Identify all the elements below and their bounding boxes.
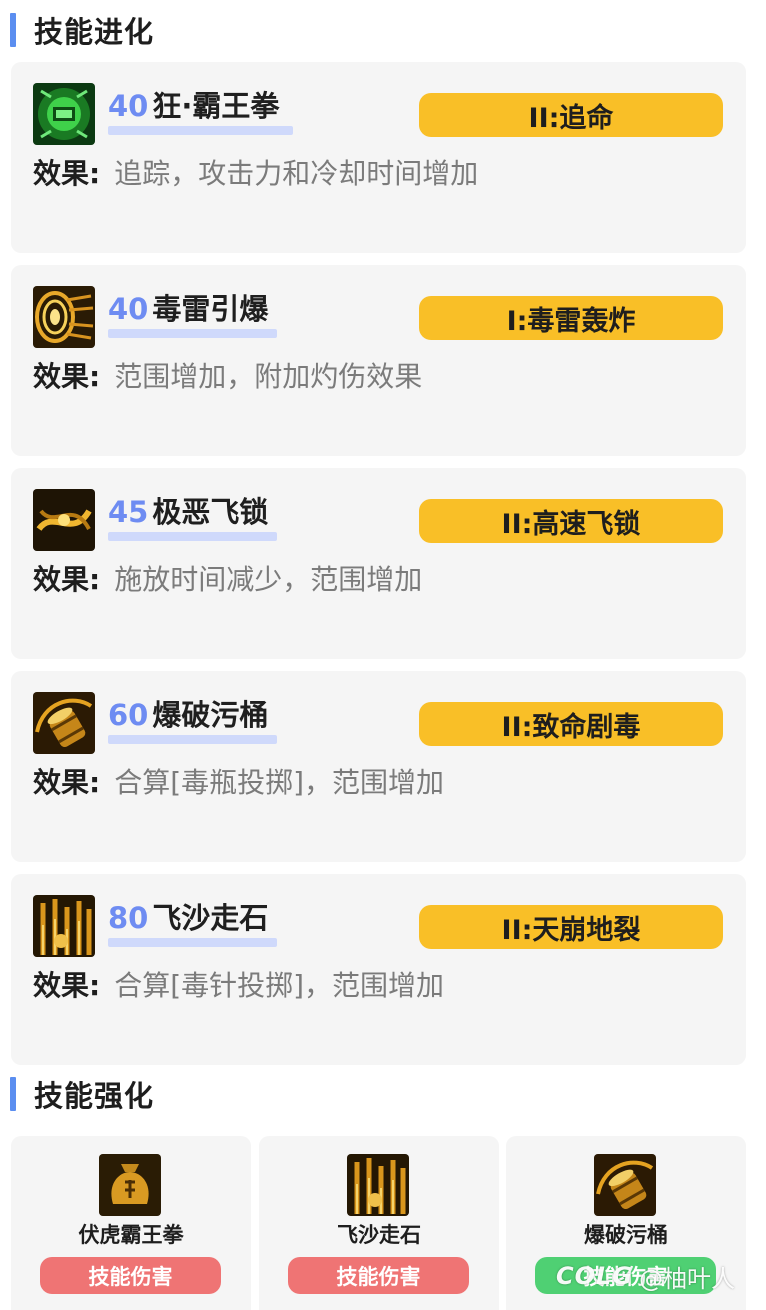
skill-card[interactable]: 40 毒雷引爆 I:毒雷轰炸 效果: 范围增加，附加灼伤效果 bbox=[11, 265, 746, 456]
skill-name-block: 45 极恶飞锁 bbox=[108, 492, 277, 541]
effect-label: 效果: bbox=[33, 563, 101, 596]
sandstorm-skill-icon bbox=[33, 895, 95, 957]
skill-level: 45 bbox=[108, 495, 149, 529]
enhance-section-title: 技能强化 bbox=[10, 1074, 154, 1114]
skill-title: 极恶飞锁 bbox=[152, 495, 269, 529]
fist-skill-icon bbox=[33, 83, 95, 145]
sandstorm-skill-icon bbox=[347, 1154, 409, 1216]
watermark: COLG @柚叶人 bbox=[556, 1258, 735, 1294]
effect-row: 效果: 追踪，攻击力和冷却时间增加 bbox=[33, 154, 478, 194]
skill-level: 60 bbox=[108, 698, 149, 732]
skill-name-underline bbox=[108, 126, 293, 135]
enhance-skill-name: 伏虎霸王拳 bbox=[78, 1223, 184, 1247]
skill-title: 飞沙走石 bbox=[152, 901, 269, 935]
skill-title: 毒雷引爆 bbox=[152, 292, 269, 326]
effect-row: 效果: 范围增加，附加灼伤效果 bbox=[33, 357, 422, 397]
section-accent-bar bbox=[10, 1077, 16, 1111]
section-accent-bar bbox=[10, 13, 16, 47]
evolution-badge[interactable]: I:毒雷轰炸 bbox=[419, 296, 723, 340]
skill-level: 40 bbox=[108, 89, 149, 123]
effect-row: 效果: 合算[毒瓶投掷]，范围增加 bbox=[33, 763, 444, 803]
skill-card[interactable]: 80 飞沙走石 II:天崩地裂 效果: 合算[毒针投掷]，范围增加 bbox=[11, 874, 746, 1065]
barrel-skill-icon bbox=[594, 1154, 656, 1216]
skill-title: 狂·霸王拳 bbox=[152, 89, 280, 123]
effect-text: 范围增加，附加灼伤效果 bbox=[114, 360, 423, 393]
evolution-badge[interactable]: II:天崩地裂 bbox=[419, 905, 723, 949]
enhance-skill-name: 爆破污桶 bbox=[584, 1223, 668, 1247]
watermark-user: @柚叶人 bbox=[639, 1264, 736, 1293]
explosion-skill-icon bbox=[33, 286, 95, 348]
effect-label: 效果: bbox=[33, 157, 101, 190]
skill-name-underline bbox=[108, 735, 277, 744]
effect-row: 效果: 施放时间减少，范围增加 bbox=[33, 560, 422, 600]
skill-title: 爆破污桶 bbox=[152, 698, 269, 732]
skill-damage-tag[interactable]: 技能伤害 bbox=[288, 1257, 469, 1294]
skill-name-underline bbox=[108, 329, 277, 338]
skill-card[interactable]: 45 极恶飞锁 II:高速飞锁 效果: 施放时间减少，范围增加 bbox=[11, 468, 746, 659]
skill-name-block: 60 爆破污桶 bbox=[108, 695, 277, 744]
enhance-card[interactable]: 伏虎霸王拳 技能伤害 bbox=[11, 1136, 251, 1310]
evolution-badge[interactable]: II:高速飞锁 bbox=[419, 499, 723, 543]
skill-card[interactable]: 60 爆破污桶 II:致命剧毒 效果: 合算[毒瓶投掷]，范围增加 bbox=[11, 671, 746, 862]
skill-damage-tag[interactable]: 技能伤害 bbox=[40, 1257, 221, 1294]
skill-card[interactable]: 40 狂·霸王拳 II:追命 效果: 追踪，攻击力和冷却时间增加 bbox=[11, 62, 746, 253]
skill-name-underline bbox=[108, 938, 277, 947]
skill-name-underline bbox=[108, 532, 277, 541]
skill-name-block: 40 狂·霸王拳 bbox=[108, 86, 293, 135]
evolution-badge[interactable]: II:追命 bbox=[419, 93, 723, 137]
effect-label: 效果: bbox=[33, 766, 101, 799]
skill-name-block: 80 飞沙走石 bbox=[108, 898, 277, 947]
money-bag-skill-icon bbox=[99, 1154, 161, 1216]
chain-skill-icon bbox=[33, 489, 95, 551]
effect-label: 效果: bbox=[33, 969, 101, 1002]
enhance-card[interactable]: 飞沙走石 技能伤害 bbox=[259, 1136, 499, 1310]
skill-level: 80 bbox=[108, 901, 149, 935]
effect-text: 施放时间减少，范围增加 bbox=[114, 563, 423, 596]
effect-label: 效果: bbox=[33, 360, 101, 393]
enhance-skill-name: 飞沙走石 bbox=[337, 1223, 421, 1247]
evolution-badge[interactable]: II:致命剧毒 bbox=[419, 702, 723, 746]
watermark-logo: COLG bbox=[556, 1262, 634, 1290]
effect-text: 合算[毒针投掷]，范围增加 bbox=[114, 969, 445, 1002]
effect-text: 合算[毒瓶投掷]，范围增加 bbox=[114, 766, 445, 799]
effect-text: 追踪，攻击力和冷却时间增加 bbox=[114, 157, 479, 190]
section-title-text: 技能进化 bbox=[34, 15, 155, 49]
skill-level: 40 bbox=[108, 292, 149, 326]
effect-row: 效果: 合算[毒针投掷]，范围增加 bbox=[33, 966, 444, 1006]
section-title-text: 技能强化 bbox=[34, 1079, 155, 1113]
skill-name-block: 40 毒雷引爆 bbox=[108, 289, 277, 338]
barrel-skill-icon bbox=[33, 692, 95, 754]
evolution-section-title: 技能进化 bbox=[10, 10, 154, 50]
